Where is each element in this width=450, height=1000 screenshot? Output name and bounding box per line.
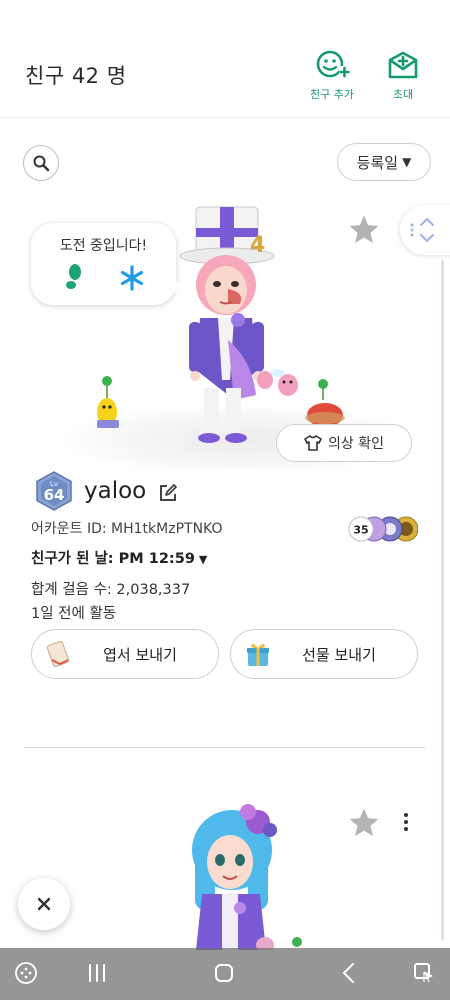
last-active: 1일 전에 활동 <box>31 606 117 622</box>
account-id: 어카운트 ID: MH1tkMzPTNKO <box>31 521 223 537</box>
total-steps: 합계 걸음 수: 2,038,337 <box>31 582 191 598</box>
friend-since-dropdown[interactable]: 친구가 된 날: PM 12:59 ▼ <box>31 547 207 568</box>
friend-since-text: 친구가 된 날: PM 12:59 <box>31 551 195 567</box>
caret-down-icon: ▼ <box>198 553 208 566</box>
favorite-star-icon[interactable] <box>347 213 381 247</box>
search-button[interactable] <box>23 145 59 181</box>
shirt-icon <box>304 435 322 451</box>
postcard-icon <box>46 640 70 668</box>
close-icon <box>37 897 51 911</box>
medal-count: 35 <box>353 524 368 537</box>
invite-label: 초대 <box>392 88 414 101</box>
scroll-handle[interactable] <box>400 205 450 255</box>
speech-bubble-text: 도전 중입니다! <box>59 238 148 254</box>
invite-button[interactable]: 초대 <box>373 50 433 102</box>
check-outfit-button[interactable]: 의상 확인 <box>276 424 412 462</box>
header: 친구 42 명 친구 추가 초대 <box>0 0 450 118</box>
check-outfit-label: 의상 확인 <box>328 436 384 452</box>
yellow-pikmin <box>97 376 119 428</box>
send-gift-button[interactable]: 선물 보내기 <box>230 629 418 679</box>
sort-label: 등록일 <box>356 153 399 172</box>
back-icon[interactable] <box>338 961 360 985</box>
avatar-head <box>196 255 256 315</box>
add-friend-label: 친구 추가 <box>310 88 354 101</box>
invite-icon <box>388 51 418 79</box>
send-postcard-label: 엽서 보내기 <box>103 645 177 664</box>
home-icon[interactable] <box>212 961 236 985</box>
add-friend-icon <box>316 50 350 78</box>
speech-bubble-tail <box>169 278 185 296</box>
avatar-illustration-2 <box>192 804 302 950</box>
avatar-scene-2 <box>0 790 450 950</box>
winged-pikmin <box>257 369 298 396</box>
edit-icon[interactable] <box>158 483 178 503</box>
close-button[interactable] <box>18 878 70 930</box>
chevron-up-down-icon <box>410 217 434 243</box>
add-friend-button[interactable]: 친구 추가 <box>302 50 362 102</box>
red-pikmin <box>305 379 345 427</box>
system-navigation-bar <box>0 948 450 1000</box>
svg-text:4: 4 <box>250 233 265 258</box>
favorite-star-icon-2[interactable] <box>347 806 381 840</box>
avatar-2-dress <box>196 894 266 950</box>
page-title: 친구 42 명 <box>25 64 127 88</box>
search-icon <box>33 155 50 172</box>
send-gift-label: 선물 보내기 <box>302 645 376 664</box>
caret-down-icon: ▼ <box>402 155 412 169</box>
recent-apps-icon[interactable] <box>86 961 108 985</box>
avatar-2-face <box>207 835 253 889</box>
screenshot-assist-icon[interactable] <box>412 961 436 985</box>
snowflake-icon <box>120 265 144 291</box>
level-badge: Lv 64 <box>36 471 72 511</box>
level-number: 64 <box>44 486 65 504</box>
friend-username: yaloo <box>84 478 147 504</box>
avatar-suit <box>189 313 264 443</box>
more-options-icon[interactable] <box>396 811 416 833</box>
speech-bubble: 도전 중입니다! <box>31 223 185 305</box>
sort-dropdown[interactable]: 등록일 ▼ <box>337 143 431 181</box>
gamepad-icon[interactable] <box>14 961 38 985</box>
footprint-icon <box>66 264 81 289</box>
gift-icon <box>247 643 269 666</box>
list-divider <box>25 747 425 748</box>
send-postcard-button[interactable]: 엽서 보내기 <box>31 629 219 679</box>
medal-badges[interactable]: 35 <box>348 515 418 543</box>
